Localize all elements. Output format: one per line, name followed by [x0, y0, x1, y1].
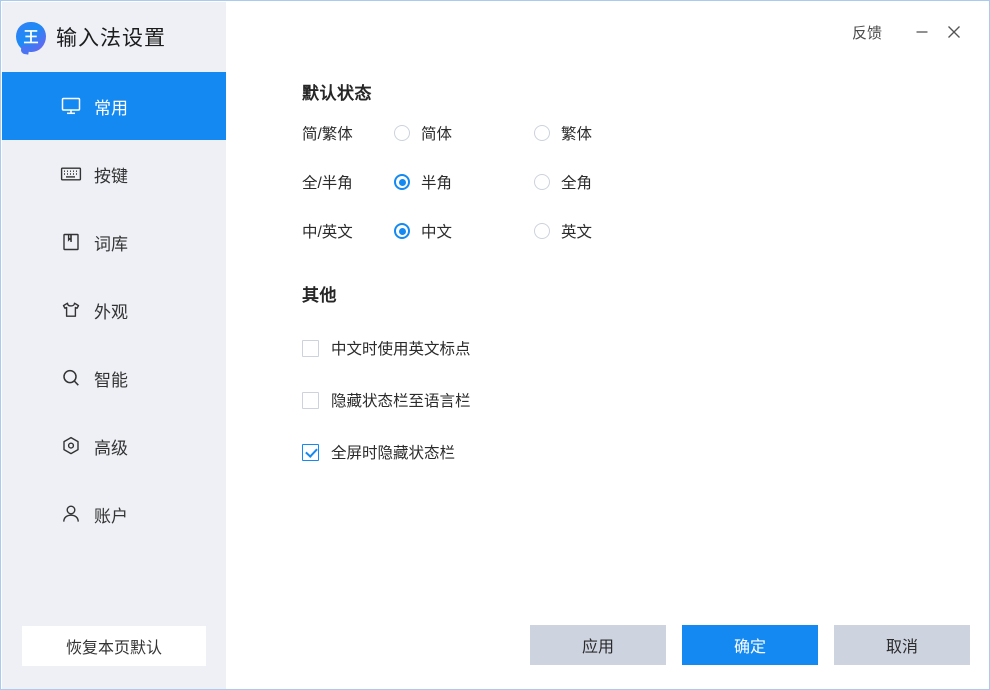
radio-option-halfwidth[interactable]: 半角 — [394, 171, 452, 193]
radio-label: 英文 — [561, 220, 592, 242]
checkbox-label: 全屏时隐藏状态栏 — [331, 441, 455, 463]
sidebar-item-label: 高级 — [94, 434, 128, 459]
radio-option-fullwidth[interactable]: 全角 — [534, 171, 592, 193]
ok-button[interactable]: 确定 — [682, 625, 818, 665]
book-icon — [60, 231, 82, 253]
radio-label: 全角 — [561, 171, 592, 193]
sidebar-item-label: 词库 — [94, 230, 128, 255]
shirt-icon — [60, 299, 82, 321]
sidebar-item-label: 按键 — [94, 162, 128, 187]
sidebar-item-advanced[interactable]: 高级 — [2, 412, 226, 480]
option-row-language: 中/英文 中文 英文 — [302, 219, 592, 243]
apply-button[interactable]: 应用 — [530, 625, 666, 665]
option-row-width: 全/半角 半角 全角 — [302, 170, 592, 194]
checkbox-indicator — [302, 392, 319, 409]
app-logo-icon: 王 — [16, 22, 46, 52]
radio-option-simplified[interactable]: 简体 — [394, 122, 452, 144]
sidebar: 王 输入法设置 常用 — [2, 2, 226, 690]
section-title-other: 其他 — [302, 281, 337, 306]
app-title: 输入法设置 — [56, 22, 166, 52]
dialog-footer: 应用 确定 取消 — [530, 625, 970, 665]
radio-label: 半角 — [421, 171, 452, 193]
radio-indicator — [534, 174, 550, 190]
radio-option-chinese[interactable]: 中文 — [394, 220, 452, 242]
sidebar-nav: 常用 — [2, 72, 226, 548]
checkbox-english-punctuation[interactable]: 中文时使用英文标点 — [302, 337, 471, 359]
user-icon — [60, 503, 82, 525]
hexagon-gear-icon — [60, 435, 82, 457]
app-logo-glyph: 王 — [16, 22, 46, 52]
settings-window: 王 输入法设置 常用 — [0, 0, 990, 690]
radio-indicator — [394, 223, 410, 239]
radio-option-english[interactable]: 英文 — [534, 220, 592, 242]
close-icon[interactable] — [938, 17, 970, 47]
sidebar-item-dictionary[interactable]: 词库 — [2, 208, 226, 276]
sidebar-item-keys[interactable]: 按键 — [2, 140, 226, 208]
cancel-button[interactable]: 取消 — [834, 625, 970, 665]
option-row-simplified-traditional: 简/繁体 简体 繁体 — [302, 121, 592, 145]
checkbox-label: 隐藏状态栏至语言栏 — [331, 389, 471, 411]
sidebar-item-smart[interactable]: 智能 — [2, 344, 226, 412]
section-title-default-state: 默认状态 — [302, 79, 372, 104]
settings-content: 默认状态 简/繁体 简体 繁体 全/半角 半角 — [226, 62, 988, 688]
radio-option-traditional[interactable]: 繁体 — [534, 122, 592, 144]
monitor-icon — [60, 95, 82, 117]
sidebar-item-appearance[interactable]: 外观 — [2, 276, 226, 344]
radio-label: 繁体 — [561, 122, 592, 144]
sidebar-item-account[interactable]: 账户 — [2, 480, 226, 548]
checkbox-indicator — [302, 340, 319, 357]
radio-indicator — [394, 174, 410, 190]
sidebar-item-label: 常用 — [94, 94, 128, 119]
sidebar-item-label: 智能 — [94, 366, 128, 391]
sidebar-item-label: 外观 — [94, 298, 128, 323]
row-label: 简/繁体 — [302, 122, 394, 144]
titlebar: 反馈 — [226, 2, 988, 62]
checkbox-hide-statusbar-fullscreen[interactable]: 全屏时隐藏状态栏 — [302, 441, 455, 463]
checkbox-hide-statusbar-to-langbar[interactable]: 隐藏状态栏至语言栏 — [302, 389, 471, 411]
keyboard-icon — [60, 163, 82, 185]
radio-label: 简体 — [421, 122, 452, 144]
radio-indicator — [534, 125, 550, 141]
radio-label: 中文 — [421, 220, 452, 242]
checkbox-indicator — [302, 444, 319, 461]
minimize-icon[interactable] — [906, 17, 938, 47]
checkbox-label: 中文时使用英文标点 — [331, 337, 471, 359]
radio-indicator — [394, 125, 410, 141]
radio-indicator — [534, 223, 550, 239]
row-label: 中/英文 — [302, 220, 394, 242]
search-icon — [60, 367, 82, 389]
app-branding: 王 输入法设置 — [2, 2, 226, 72]
row-label: 全/半角 — [302, 171, 394, 193]
feedback-link[interactable]: 反馈 — [852, 22, 882, 43]
sidebar-item-common[interactable]: 常用 — [2, 72, 226, 140]
restore-defaults-button[interactable]: 恢复本页默认 — [22, 626, 206, 666]
sidebar-item-label: 账户 — [94, 502, 128, 527]
